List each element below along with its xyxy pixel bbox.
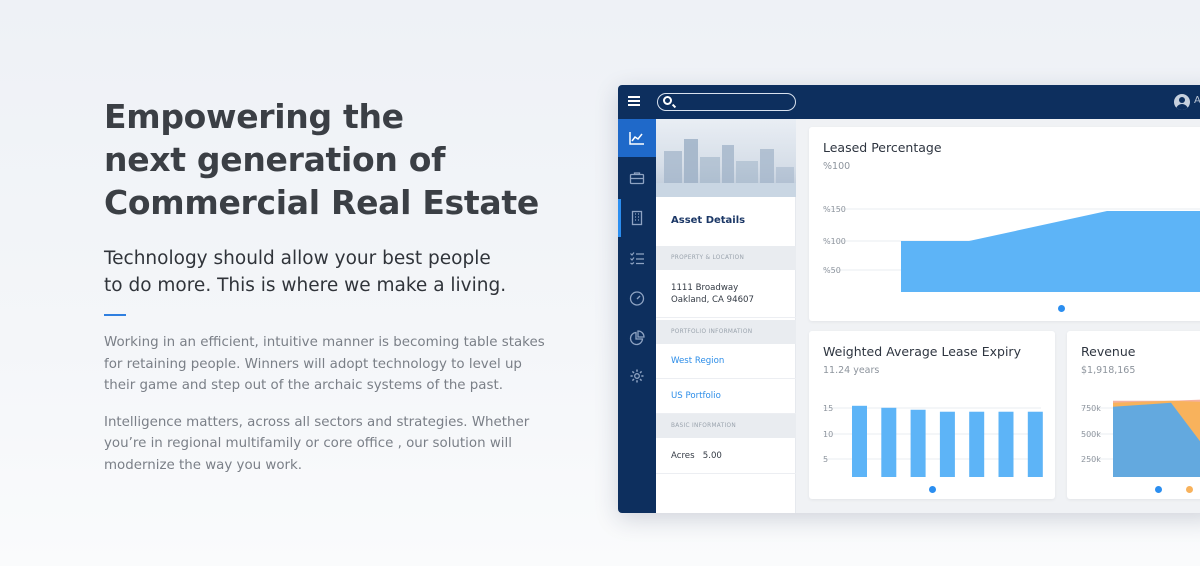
- paragraph-line: modernize the way you work.: [104, 457, 303, 473]
- nav-tasks[interactable]: [618, 239, 656, 277]
- wale-bar: [881, 407, 897, 477]
- portfolio-link[interactable]: US Portfolio: [656, 379, 796, 414]
- y-tick-label: 750k: [1081, 404, 1101, 413]
- wale-card[interactable]: Weighted Average Lease Expiry 11.24 year…: [809, 331, 1055, 499]
- app-window-mockup: A Asset Details PROPERTY & LOCATION 1111…: [618, 85, 1200, 513]
- hero-subheading: Technology should allow your best people…: [104, 245, 544, 299]
- hero-subheading-line: Technology should allow your best people: [104, 248, 491, 269]
- nav-performance[interactable]: [618, 279, 656, 317]
- pie-chart-icon: [629, 330, 645, 346]
- hero-subheading-line: to do more. This is where we make a livi…: [104, 275, 507, 296]
- y-tick-label: %50: [823, 266, 841, 275]
- address: 1111 Broadway Oakland, CA 94607: [671, 282, 796, 306]
- user-avatar-icon[interactable]: [1174, 94, 1190, 110]
- paragraph-line: their game and step out of the archaic s…: [104, 378, 503, 394]
- carousel-dot[interactable]: [1186, 486, 1193, 493]
- acres-value: 5.00: [702, 451, 722, 461]
- y-tick-label: 500k: [1081, 430, 1101, 439]
- wale-chart: 15 10 5: [823, 404, 1043, 477]
- hero-section: Empowering the next generation of Commer…: [104, 95, 545, 477]
- hero-heading-line: Commercial Real Estate: [104, 183, 539, 222]
- gauge-icon: [629, 291, 645, 306]
- acres-row: Acres 5.00: [656, 438, 796, 474]
- y-tick-label: 15: [823, 404, 833, 413]
- paragraph-line: you’re in regional multifamily or core o…: [104, 436, 512, 452]
- nav-portfolio[interactable]: [618, 159, 656, 197]
- acres-label: Acres: [671, 451, 695, 461]
- asset-photo: [656, 119, 796, 197]
- address-row: 1111 Broadway Oakland, CA 94607: [656, 270, 796, 318]
- hamburger-menu-icon[interactable]: [628, 96, 640, 106]
- asset-details-panel: Asset Details PROPERTY & LOCATION 1111 B…: [656, 119, 796, 513]
- chart-icon: [629, 132, 644, 145]
- building-icon: [631, 210, 643, 226]
- asset-details-title: Asset Details: [671, 215, 746, 226]
- wale-bar: [852, 405, 867, 477]
- checklist-icon: [630, 252, 644, 265]
- accent-divider: [104, 314, 126, 316]
- hero-heading-line: next generation of: [104, 140, 446, 179]
- paragraph-line: Working in an efficient, intuitive manne…: [104, 335, 545, 350]
- side-navigation: [618, 119, 656, 513]
- search-icon: [663, 96, 672, 105]
- wale-bar: [998, 411, 1014, 477]
- revenue-card[interactable]: Revenue $1,918,165 750k 500k 250k: [1067, 331, 1200, 499]
- hero-heading: Empowering the next generation of Commer…: [104, 95, 544, 224]
- y-tick-label: 10: [823, 430, 833, 439]
- carousel-dot[interactable]: [1058, 305, 1065, 312]
- section-header-basic: BASIC INFORMATION: [656, 414, 796, 438]
- nav-analytics[interactable]: [618, 119, 656, 157]
- gear-icon: [630, 369, 644, 383]
- hero-heading-line: Empowering the: [104, 97, 404, 136]
- wale-bar: [939, 411, 955, 477]
- nav-settings[interactable]: [618, 357, 656, 395]
- nav-reports[interactable]: [618, 319, 656, 357]
- wale-bar: [910, 409, 926, 477]
- section-header-property: PROPERTY & LOCATION: [656, 246, 796, 270]
- leased-area-series: [901, 211, 1200, 292]
- hero-paragraph-1: Working in an efficient, intuitive manne…: [104, 332, 545, 397]
- y-tick-label: %150: [823, 205, 846, 214]
- briefcase-icon: [629, 172, 645, 185]
- y-tick-label: 5: [823, 455, 828, 464]
- region-link[interactable]: West Region: [656, 344, 796, 379]
- user-name: A: [1194, 95, 1200, 106]
- hero-paragraph-2: Intelligence matters, across all sectors…: [104, 412, 544, 477]
- paragraph-line: Intelligence matters, across all sectors…: [104, 414, 530, 430]
- search-input[interactable]: [657, 93, 796, 111]
- wale-bar: [1027, 411, 1043, 477]
- top-bar: A: [618, 85, 1200, 119]
- y-tick-label: 250k: [1081, 455, 1101, 464]
- nav-assets[interactable]: [618, 199, 656, 237]
- wale-bar: [969, 411, 985, 477]
- section-header-portfolio: PORTFOLIO INFORMATION: [656, 320, 796, 344]
- leased-percentage-chart: %150 %100 %50: [823, 205, 1200, 292]
- revenue-chart: 750k 500k 250k: [1081, 399, 1200, 477]
- address-line: Oakland, CA 94607: [671, 295, 754, 305]
- carousel-dot[interactable]: [929, 486, 936, 493]
- leased-percentage-card[interactable]: Leased Percentage %100 %150 %100 %50: [809, 127, 1200, 321]
- y-tick-label: %100: [823, 237, 846, 246]
- carousel-dot[interactable]: [1155, 486, 1162, 493]
- address-line: 1111 Broadway: [671, 283, 739, 293]
- paragraph-line: for retaining people. Winners will adopt…: [104, 356, 522, 372]
